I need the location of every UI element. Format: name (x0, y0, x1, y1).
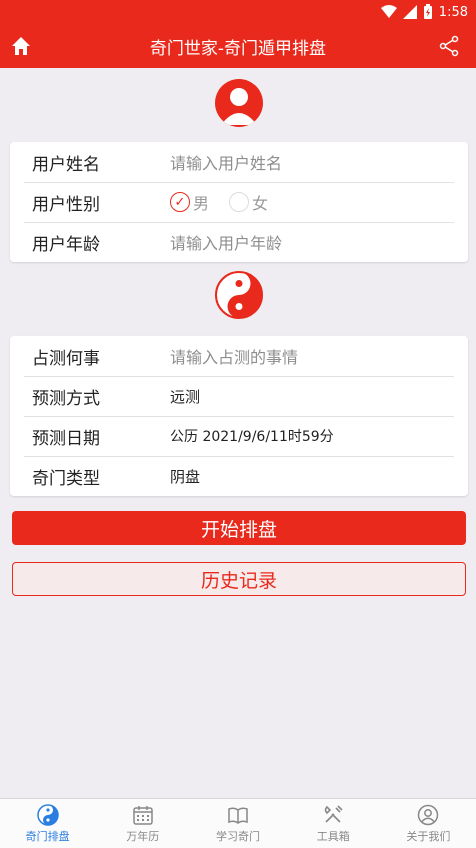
home-icon[interactable] (10, 35, 32, 57)
tab-tools[interactable]: 工具箱 (286, 799, 381, 848)
tab-label: 工具箱 (316, 829, 350, 843)
signal-icon (402, 5, 417, 19)
matter-row[interactable]: 占测何事 请输入占测的事情 (10, 336, 468, 376)
app-bar: 奇门世家-奇门遁甲排盘 (0, 24, 476, 68)
tab-about[interactable]: 关于我们 (381, 799, 476, 848)
tab-label: 学习奇门 (216, 829, 260, 843)
bottom-tab-bar: 奇门排盘 万年历 学习奇门 工具箱 关于我们 (0, 798, 476, 848)
wifi-icon (380, 5, 397, 19)
tab-label: 万年历 (126, 829, 160, 843)
share-icon[interactable] (438, 35, 460, 57)
check-icon: ✓ (170, 192, 190, 212)
radio-empty-icon (229, 192, 250, 212)
date-label: 预测日期 (32, 428, 100, 449)
tools-icon (324, 804, 343, 823)
method-value[interactable]: 远测 (170, 386, 200, 407)
yinyang-icon (215, 271, 263, 319)
user-name-row[interactable]: 用户姓名 请输入用户姓名 (10, 142, 468, 182)
type-value[interactable]: 阴盘 (170, 466, 200, 487)
calendar-icon (133, 805, 153, 825)
method-label: 预测方式 (32, 388, 100, 409)
type-row[interactable]: 奇门类型 阴盘 (10, 456, 468, 496)
user-age-input[interactable]: 请输入用户年龄 (170, 230, 282, 254)
avatar[interactable] (215, 79, 263, 127)
start-button[interactable]: 开始排盘 (12, 511, 466, 545)
tab-label: 奇门排盘 (25, 829, 70, 843)
user-age-label: 用户年龄 (32, 234, 100, 255)
gender-female-radio[interactable]: 女 (229, 190, 268, 214)
book-icon (228, 806, 248, 824)
user-gender-label: 用户性别 (32, 194, 100, 215)
tab-label: 关于我们 (406, 829, 451, 843)
status-time: 1:58 (438, 4, 468, 20)
date-row[interactable]: 预测日期 公历 2021/9/6/11时59分 (10, 416, 468, 456)
user-circle-icon (418, 804, 439, 825)
battery-icon (423, 4, 433, 20)
history-button[interactable]: 历史记录 (12, 562, 466, 596)
gender-female-label: 女 (252, 194, 269, 213)
query-card: 占测何事 请输入占测的事情 预测方式 远测 预测日期 公历 2021/9/6/1… (10, 336, 468, 496)
method-row[interactable]: 预测方式 远测 (10, 376, 468, 416)
matter-label: 占测何事 (32, 348, 100, 369)
user-info-card: 用户姓名 请输入用户姓名 用户性别 ✓ 男 女 用户年龄 请输入用户年龄 (10, 142, 468, 262)
user-name-input[interactable]: 请输入用户姓名 (170, 150, 282, 174)
user-gender-row: 用户性别 ✓ 男 女 (10, 182, 468, 222)
gender-male-radio[interactable]: ✓ 男 (170, 190, 209, 214)
yinyang-icon (36, 803, 59, 826)
page-title: 奇门世家-奇门遁甲排盘 (149, 38, 327, 59)
user-name-label: 用户姓名 (32, 154, 100, 175)
user-age-row[interactable]: 用户年龄 请输入用户年龄 (10, 222, 468, 262)
matter-input[interactable]: 请输入占测的事情 (170, 344, 298, 368)
type-label: 奇门类型 (32, 468, 100, 489)
tab-learn[interactable]: 学习奇门 (190, 799, 285, 848)
tab-calendar[interactable]: 万年历 (95, 799, 190, 848)
tab-qimen-paipan[interactable]: 奇门排盘 (0, 799, 95, 848)
gender-male-label: 男 (193, 194, 210, 213)
date-value[interactable]: 公历 2021/9/6/11时59分 (170, 426, 334, 446)
status-bar: 1:58 (0, 0, 476, 24)
